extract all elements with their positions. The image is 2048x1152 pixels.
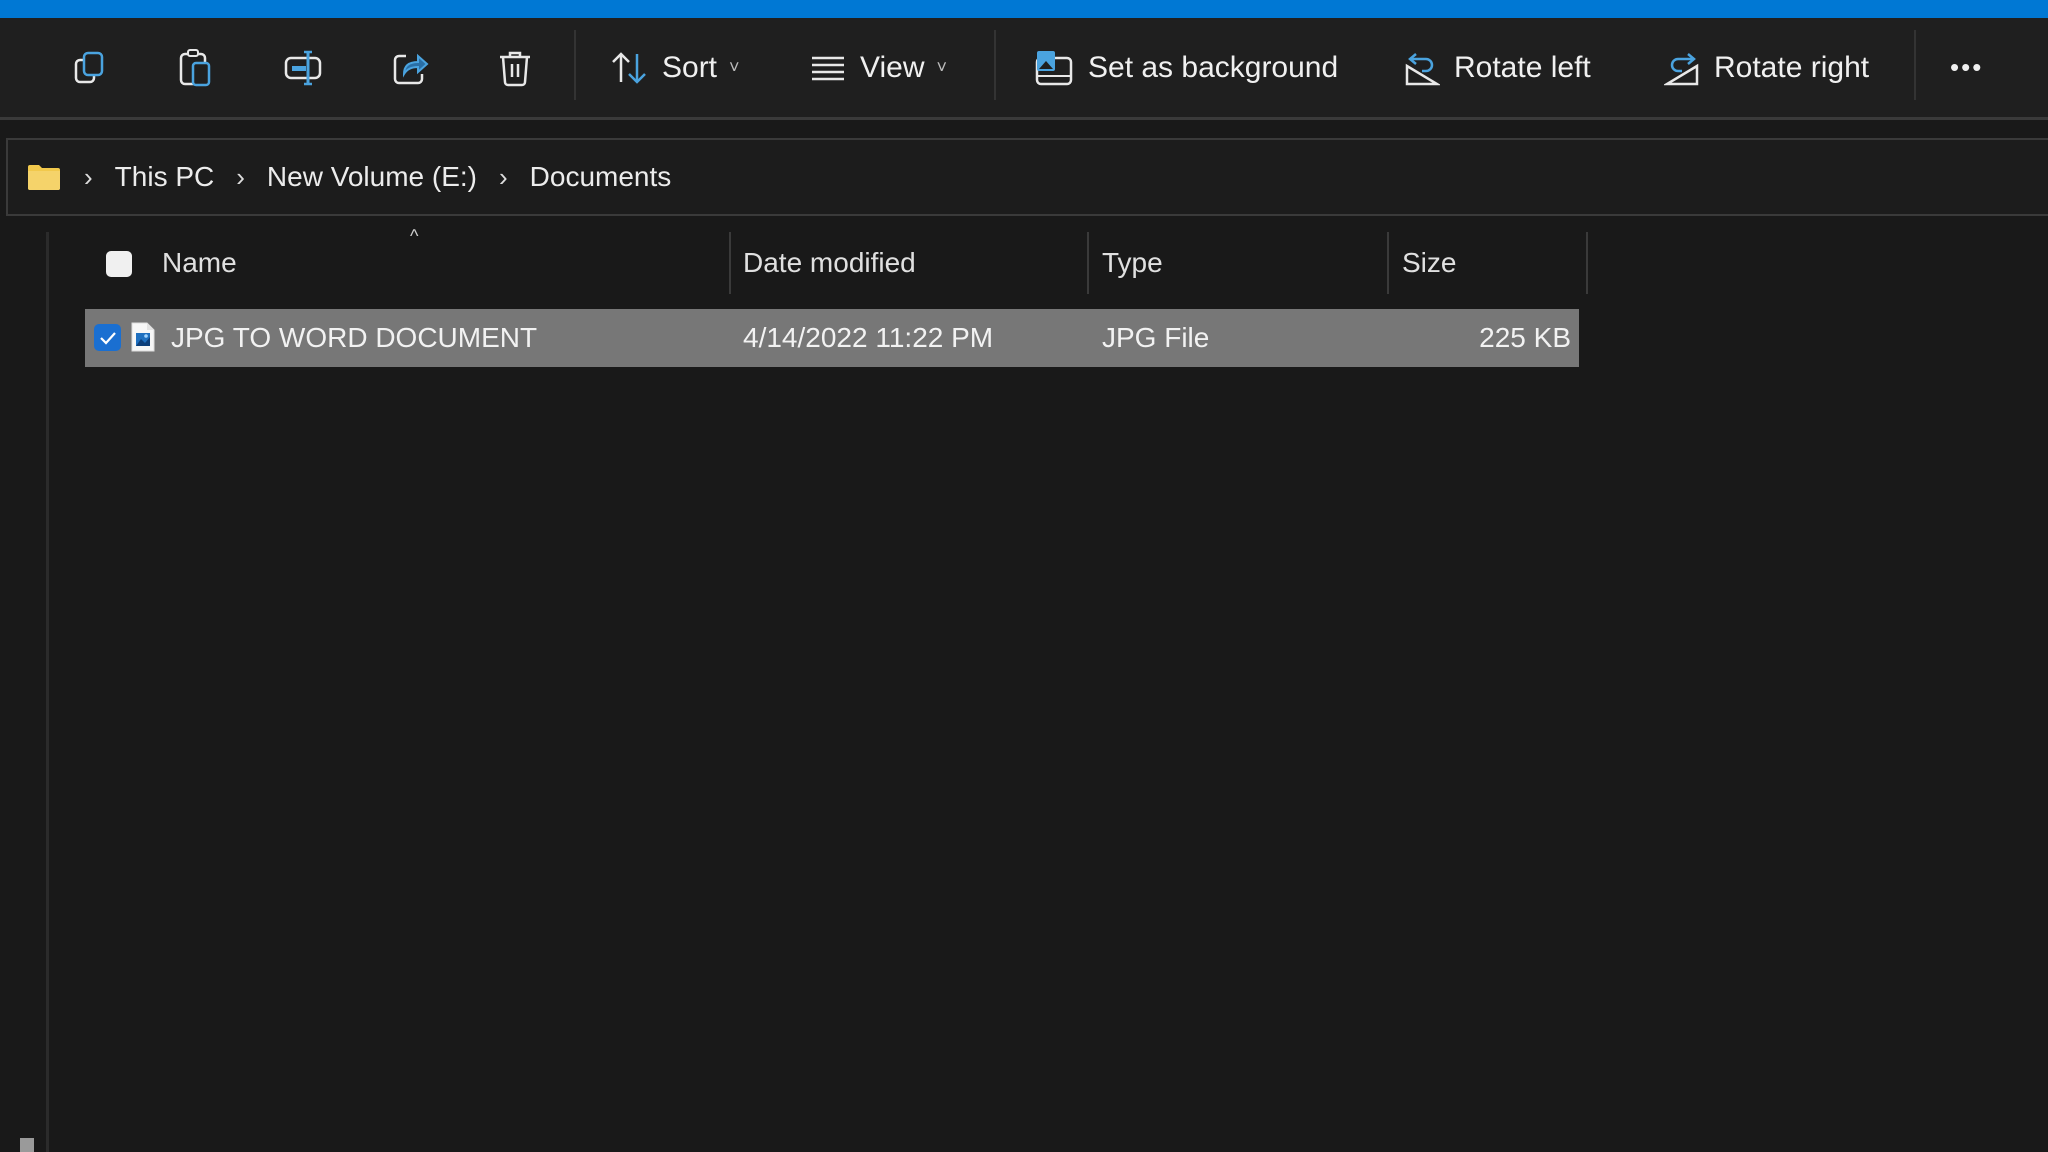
column-header-name[interactable]: Name [162, 230, 237, 296]
breadcrumb-separator: › [236, 161, 245, 192]
copy-icon [74, 51, 104, 83]
sort-button[interactable]: Sort ˅ [610, 18, 740, 117]
navigation-pane[interactable] [0, 230, 48, 1152]
breadcrumb-this-pc[interactable]: This PC [115, 161, 215, 193]
toolbar-separator [1914, 30, 1916, 100]
breadcrumb-separator: › [84, 161, 93, 192]
file-date-modified: 4/14/2022 11:22 PM [743, 322, 994, 353]
file-size: 225 KB [1479, 322, 1571, 353]
column-header-type[interactable]: Type [1102, 230, 1163, 296]
column-divider[interactable] [729, 232, 731, 294]
breadcrumb-documents[interactable]: Documents [530, 161, 672, 193]
toolbar-separator [994, 30, 996, 100]
rotate-right-icon [1664, 52, 1699, 85]
rename-icon [284, 50, 322, 85]
paste-icon [179, 48, 211, 86]
trash-icon [500, 51, 530, 86]
share-icon [393, 53, 429, 84]
rotate-right-button[interactable]: Rotate right [1664, 18, 1869, 117]
paste-button[interactable] [178, 18, 214, 117]
desktop-background-icon [1035, 50, 1073, 85]
checkmark-icon [99, 331, 116, 345]
rotate-left-button[interactable]: Rotate left [1404, 18, 1591, 117]
file-type: JPG File [1102, 322, 1210, 353]
column-divider[interactable] [1087, 232, 1089, 294]
navigation-pane-divider[interactable] [46, 232, 49, 1152]
rotate-right-label: Rotate right [1714, 50, 1870, 84]
rename-button[interactable] [284, 18, 324, 117]
view-button[interactable]: View ˅ [810, 18, 947, 117]
file-name[interactable]: JPG TO WORD DOCUMENT [171, 309, 537, 367]
scrollbar-thumb[interactable] [20, 1138, 34, 1152]
chevron-down-icon: ˅ [936, 57, 947, 77]
delete-button[interactable] [498, 18, 532, 117]
view-label: View [860, 50, 925, 84]
address-bar[interactable]: › This PC › New Volume (E:) › Documents [6, 138, 2048, 216]
breadcrumb-separator: › [499, 161, 508, 192]
command-bar: Sort ˅ View ˅ Set as background Rotate l… [0, 18, 2048, 120]
set-as-background-label: Set as background [1088, 50, 1339, 84]
sort-label: Sort [662, 50, 718, 84]
sort-arrows-icon [612, 51, 646, 84]
copy-button[interactable] [72, 18, 108, 117]
view-list-icon [812, 56, 844, 80]
share-button[interactable] [392, 18, 430, 117]
more-icon: ••• [1950, 52, 1984, 82]
folder-icon [28, 165, 60, 190]
row-checkbox[interactable] [94, 324, 121, 351]
select-all-checkbox[interactable] [106, 251, 132, 277]
rotate-left-icon [1405, 52, 1440, 85]
window-accent-bar [0, 0, 2048, 18]
rotate-left-label: Rotate left [1454, 50, 1591, 84]
chevron-down-icon: ˅ [729, 57, 740, 77]
column-header-size[interactable]: Size [1402, 230, 1456, 296]
column-header-date-modified[interactable]: Date modified [743, 230, 916, 296]
more-options-button[interactable]: ••• [1950, 18, 1983, 117]
column-divider[interactable] [1586, 232, 1588, 294]
breadcrumb-new-volume[interactable]: New Volume (E:) [267, 161, 477, 193]
column-divider[interactable] [1387, 232, 1389, 294]
sort-ascending-icon: ^ [410, 226, 419, 246]
toolbar-separator [574, 30, 576, 100]
file-row[interactable]: JPG TO WORD DOCUMENT 4/14/2022 11:22 PM … [85, 309, 1579, 367]
set-as-background-button[interactable]: Set as background [1034, 18, 1338, 117]
image-file-icon [131, 322, 155, 352]
